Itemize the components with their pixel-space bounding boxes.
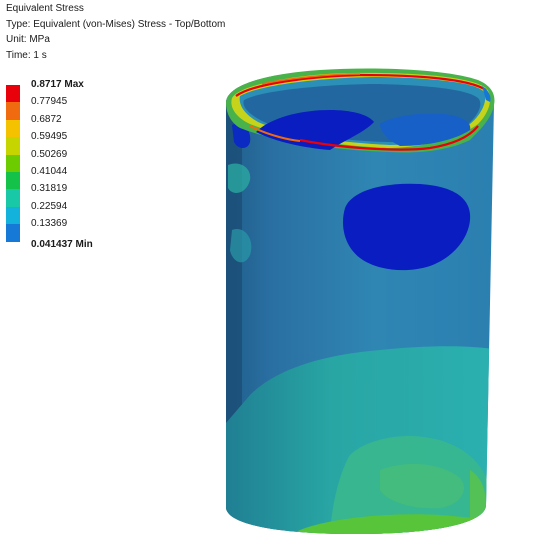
cylinder-stress-contour[interactable] <box>0 0 539 544</box>
